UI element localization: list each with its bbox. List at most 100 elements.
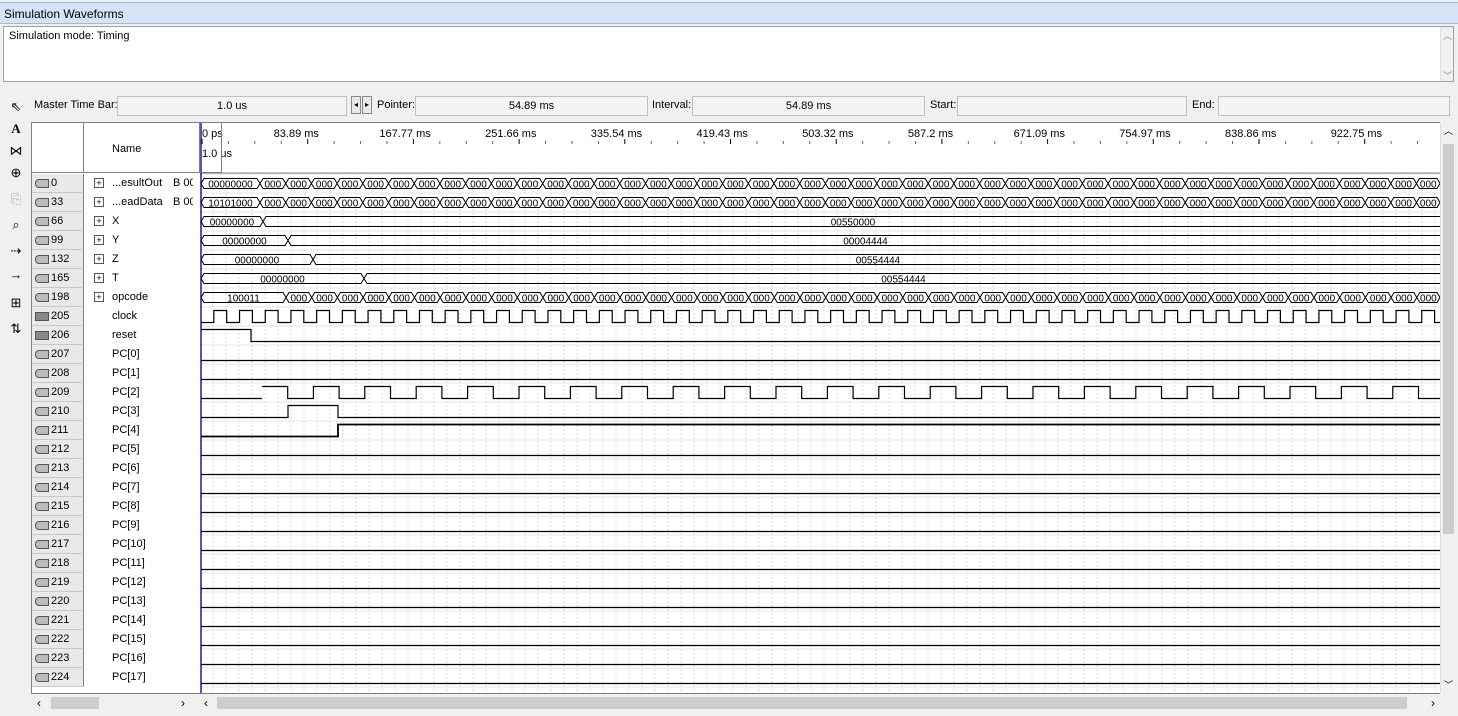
expand-icon[interactable]: +: [94, 292, 104, 302]
mode-scrollbar[interactable]: ︿ ﹀: [1440, 27, 1453, 81]
signal-name: ...esultOut: [112, 177, 163, 189]
sort-icon[interactable]: ⇅: [3, 318, 29, 340]
expand-icon[interactable]: +: [94, 254, 104, 264]
bus-value-label: 000: [1087, 199, 1104, 210]
vertical-scrollbar[interactable]: ︿ ﹀: [1440, 122, 1456, 694]
bus-value-label: 000: [1318, 180, 1335, 191]
copy-icon[interactable]: ⎘: [3, 188, 29, 210]
signal-row[interactable]: 214 PC[7]: [32, 478, 222, 497]
goto-arrow-icon[interactable]: →: [3, 264, 29, 286]
bus-value-label: 000: [624, 180, 641, 191]
scroll-right-icon[interactable]: ›: [1431, 696, 1435, 710]
waveform-canvas[interactable]: 0 ps 83.89 ms 167.77 ms 251.66 ms 335.54 ms 4…: [32, 123, 1456, 694]
bus-value-label: 000: [419, 180, 436, 191]
signal-row[interactable]: 206 reset: [32, 326, 222, 345]
pointer-field[interactable]: 54.89 ms: [415, 96, 648, 116]
signal-id-cell: 66: [32, 212, 84, 231]
bus-value-label: 000: [727, 199, 744, 210]
bus-value-label: 000: [445, 294, 462, 305]
bus-value-label: 000: [1215, 199, 1232, 210]
signal-id: 208: [51, 367, 70, 379]
signal-row[interactable]: 217 PC[10]: [32, 535, 222, 554]
signal-row[interactable]: 33 + ...eadData B 00: [32, 193, 222, 212]
scroll-right-icon[interactable]: ›: [181, 696, 185, 710]
signal-row[interactable]: 211 PC[4]: [32, 421, 222, 440]
scroll-left-icon[interactable]: ‹: [204, 696, 208, 710]
signal-row[interactable]: 219 PC[12]: [32, 573, 222, 592]
text-tool-icon[interactable]: A: [3, 118, 29, 140]
bus-value-label: 000: [753, 294, 770, 305]
waveform-editing-tool-icon[interactable]: ⋈: [3, 140, 29, 162]
signal-row[interactable]: 99 + Y: [32, 231, 222, 250]
bus-value-label: 000: [1113, 180, 1130, 191]
signal-row[interactable]: 132 + Z: [32, 250, 222, 269]
bus-value-label: 000: [1087, 294, 1104, 305]
signal-row[interactable]: 223 PC[16]: [32, 649, 222, 668]
signal-row[interactable]: 220 PC[13]: [32, 592, 222, 611]
bus-value-label: 000: [1113, 199, 1130, 210]
bus-value-label: 000: [1138, 180, 1155, 191]
signal-id: 217: [51, 538, 70, 550]
signal-name: X: [112, 215, 120, 227]
zoom-tool-icon[interactable]: ⊕: [3, 162, 29, 184]
master-time-bar-field[interactable]: 1.0 us: [117, 96, 347, 116]
signal-row[interactable]: 224 PC[17]: [32, 668, 222, 687]
signal-id: 215: [51, 500, 70, 512]
signal-name: PC[9]: [112, 519, 140, 531]
bus-value-label: 000: [522, 199, 539, 210]
signal-row[interactable]: 215 PC[8]: [32, 497, 222, 516]
signal-row[interactable]: 210 PC[3]: [32, 402, 222, 421]
signal-row[interactable]: 213 PC[6]: [32, 459, 222, 478]
replace-icon[interactable]: ⇢: [3, 240, 29, 262]
signal-row[interactable]: 66 + X: [32, 212, 222, 231]
scroll-down-icon[interactable]: ﹀: [1443, 69, 1452, 82]
signal-id: 212: [51, 443, 70, 455]
next-transition-button[interactable]: ▸: [362, 96, 372, 114]
group-icon[interactable]: ⊞: [3, 292, 29, 314]
signal-row[interactable]: 221 PC[14]: [32, 611, 222, 630]
find-icon[interactable]: ⌕: [3, 214, 29, 236]
interval-field[interactable]: 54.89 ms: [692, 96, 925, 116]
signal-name: PC[11]: [112, 557, 145, 569]
selection-tool-icon[interactable]: ⇖: [3, 96, 29, 118]
signal-row[interactable]: 207 PC[0]: [32, 345, 222, 364]
signal-id: 213: [51, 462, 70, 474]
signal-id: 214: [51, 481, 70, 493]
signal-id-cell: 209: [32, 383, 84, 402]
signal-row[interactable]: 198 + opcode: [32, 288, 222, 307]
signal-row[interactable]: 209 PC[2]: [32, 383, 222, 402]
signal-id-cell: 210: [32, 402, 84, 421]
bus-value-label: 000: [1190, 199, 1207, 210]
signal-row[interactable]: 218 PC[11]: [32, 554, 222, 573]
interval-label: Interval:: [652, 99, 692, 111]
expand-icon[interactable]: +: [94, 216, 104, 226]
signal-row[interactable]: 222 PC[15]: [32, 630, 222, 649]
signal-name: PC[7]: [112, 481, 140, 493]
id-column-header: [32, 123, 84, 173]
signal-row[interactable]: 165 + T: [32, 269, 222, 288]
scroll-up-icon[interactable]: ︿: [1444, 124, 1453, 137]
prev-transition-button[interactable]: ◂: [351, 96, 361, 114]
expand-icon[interactable]: +: [94, 235, 104, 245]
pc3-waveform: [201, 404, 1440, 419]
expand-icon[interactable]: +: [94, 273, 104, 283]
waveform-scroll-thumb[interactable]: [217, 697, 1407, 709]
scroll-up-icon[interactable]: ︿: [1443, 29, 1452, 42]
expand-icon[interactable]: +: [94, 197, 104, 207]
name-scroll-thumb[interactable]: [51, 697, 99, 709]
scroll-left-icon[interactable]: ‹: [37, 696, 41, 710]
end-field[interactable]: [1218, 96, 1450, 116]
bus-value-label: 000: [1420, 199, 1437, 210]
vertical-scroll-thumb[interactable]: [1443, 144, 1454, 534]
signal-row[interactable]: 208 PC[1]: [32, 364, 222, 383]
signal-row[interactable]: 216 PC[9]: [32, 516, 222, 535]
horizontal-scrollbars[interactable]: ‹ › ‹ ›: [31, 694, 1456, 712]
bus-value-label: 000: [625, 294, 642, 305]
signal-row[interactable]: 205 clock: [32, 307, 222, 326]
signal-row[interactable]: 212 PC[5]: [32, 440, 222, 459]
scroll-down-icon[interactable]: ﹀: [1444, 678, 1453, 691]
start-field[interactable]: [957, 96, 1187, 116]
expand-icon[interactable]: +: [94, 178, 104, 188]
signal-row[interactable]: 0 + ...esultOut B 00: [32, 174, 222, 193]
bus-value-label: 000: [599, 180, 616, 191]
